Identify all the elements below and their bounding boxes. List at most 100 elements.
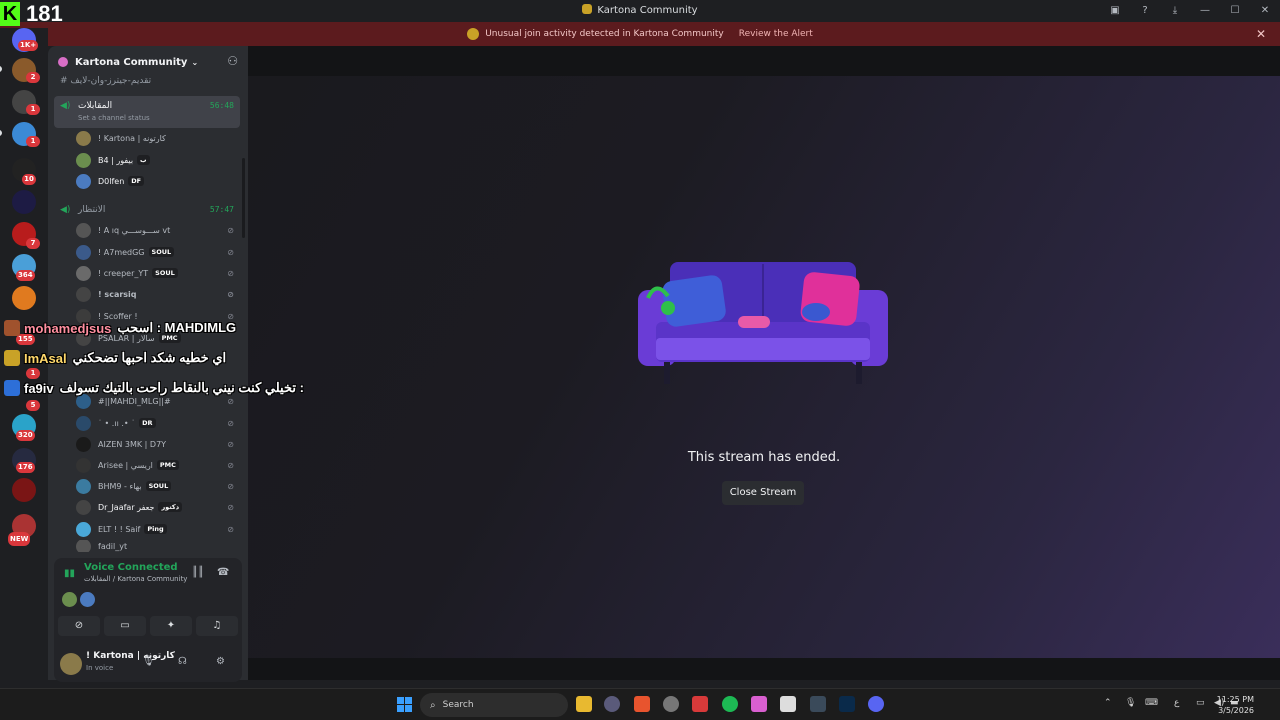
avatar xyxy=(76,457,91,473)
server-badge: 1 xyxy=(26,104,40,115)
chat-avatar-icon xyxy=(4,380,20,396)
app-icon[interactable] xyxy=(751,696,767,712)
settings-gear-icon[interactable]: ⚙ xyxy=(216,656,225,667)
kick-logo-icon: K xyxy=(0,2,20,26)
chat-username: fa9iv xyxy=(24,380,54,396)
discord-icon[interactable] xyxy=(868,696,884,712)
app-icon[interactable] xyxy=(692,696,708,712)
speaker-icon: ◀) xyxy=(60,101,71,111)
microphone-icon[interactable]: 🎙 xyxy=(142,656,155,667)
voice-member[interactable]: D0lfen DF xyxy=(76,171,238,191)
download-icon[interactable]: ⤓ xyxy=(1160,0,1190,22)
review-alert-link[interactable]: Review the Alert xyxy=(739,29,813,39)
avatar xyxy=(76,130,91,146)
member-tag: PMC xyxy=(156,460,179,470)
server-icon[interactable] xyxy=(12,478,36,502)
avatar xyxy=(76,415,91,431)
voice-member[interactable]: Dr_Jaafar جعفر دكتور ⊘ xyxy=(76,497,238,517)
obs-icon[interactable] xyxy=(604,696,620,712)
voice-channel-interviews[interactable]: ◀) المقابلات 56:48 Set a channel status xyxy=(54,96,240,128)
voice-member[interactable]: AIZEN 3MK | D7Y ⊘ xyxy=(76,434,238,454)
kick-viewer-counter: K 181 xyxy=(0,0,63,28)
voice-member[interactable]: ˙ • .ıı .• ˙ DR ⊘ xyxy=(76,413,238,433)
avatar xyxy=(76,499,91,515)
couch-illustration xyxy=(638,262,888,384)
invite-people-icon[interactable]: ⚇ xyxy=(227,54,238,68)
search-icon: ⌕ xyxy=(430,699,436,711)
help-icon[interactable]: ? xyxy=(1130,0,1160,22)
taskbar-search[interactable]: ⌕ Search xyxy=(420,693,568,717)
show-hidden-icons[interactable]: ⌃ xyxy=(1104,698,1112,708)
user-name: ! Kartona | كارتونه xyxy=(86,651,175,661)
avatar xyxy=(80,592,95,607)
app-icon[interactable] xyxy=(663,696,679,712)
spotify-icon[interactable] xyxy=(722,696,738,712)
network-icon[interactable]: ▭ xyxy=(1196,698,1205,708)
unread-pill xyxy=(0,130,2,136)
voice-member[interactable]: ELT ! ! Saif Ping ⊘ xyxy=(76,519,238,539)
system-clock[interactable]: 11:25 PM 3/5/2026 xyxy=(1217,694,1254,716)
microphone-tray-icon[interactable]: 🎙 xyxy=(1125,698,1136,708)
voice-member[interactable]: B4 | بيفور ب xyxy=(76,150,238,170)
title-bar: Kartona Community ▣ ? ⤓ — ☐ ✕ xyxy=(0,0,1280,22)
voice-member[interactable]: ! creeper_YT SOUL ⊘ xyxy=(76,263,238,283)
server-icon[interactable] xyxy=(12,190,36,214)
voice-channel-link[interactable]: المقابلات / Kartona Community xyxy=(84,575,187,583)
calculator-icon[interactable] xyxy=(810,696,826,712)
chat-username: ImAsal xyxy=(24,350,67,366)
camera-off-icon[interactable]: ⊘ xyxy=(58,616,100,636)
member-tag: DR xyxy=(139,418,156,428)
keyboard-icon[interactable]: ⌨ xyxy=(1145,698,1158,708)
photoshop-icon[interactable] xyxy=(839,696,855,712)
stream-background: This stream has ended. Close Stream xyxy=(248,76,1280,658)
capcut-icon[interactable] xyxy=(780,696,796,712)
server-badge: 2 xyxy=(26,72,40,83)
close-stream-button[interactable]: Close Stream xyxy=(722,481,804,505)
scrollbar[interactable] xyxy=(242,158,245,238)
file-explorer-icon[interactable] xyxy=(576,696,592,712)
screen-share-icon[interactable]: ▭ xyxy=(104,616,146,636)
minimize-button[interactable]: — xyxy=(1190,0,1220,22)
disconnect-icon[interactable]: ☎ xyxy=(217,567,229,578)
stream-stage: This stream has ended. Close Stream xyxy=(248,46,1280,680)
voice-member[interactable]: fadil_yt xyxy=(76,540,238,552)
member-tag: SOUL xyxy=(145,481,172,491)
voice-member[interactable]: ! A7medGG SOUL ⊘ xyxy=(76,242,238,262)
server-badge: 1K+ xyxy=(18,40,39,51)
chevron-down-icon: ⌄ xyxy=(191,57,199,67)
member-tag: SOUL xyxy=(148,247,175,257)
chat-text: اي خطيه شكد احبها تضحكني xyxy=(72,350,227,365)
user-status: In voice xyxy=(86,664,114,672)
viewer-count: 181 xyxy=(26,1,63,26)
chat-username: mohamedjsus xyxy=(24,320,112,336)
voice-member[interactable]: ! scarsiq ⊘ xyxy=(76,284,238,304)
server-name: Kartona Community xyxy=(75,56,188,68)
inbox-icon[interactable]: ▣ xyxy=(1100,0,1130,22)
voice-member[interactable]: ! A ıq ســـوســـي vt ⊘ xyxy=(76,220,238,240)
text-channel[interactable]: # تقديم-جيترز-وان-لايف xyxy=(60,76,151,86)
server-icon[interactable] xyxy=(12,286,36,310)
close-banner-icon[interactable]: ✕ xyxy=(1256,27,1266,41)
stream-ended-message: This stream has ended. xyxy=(687,450,841,465)
headphones-icon[interactable]: ☊ xyxy=(178,656,187,667)
windows-start-icon[interactable] xyxy=(397,697,412,712)
soundboard-icon[interactable]: ♫ xyxy=(196,616,238,636)
server-header[interactable]: Kartona Community ⌄ xyxy=(48,50,248,74)
voice-member[interactable]: ! Kartona | كارتونه xyxy=(76,128,238,148)
voice-status[interactable]: Voice Connected xyxy=(84,562,178,573)
voice-member[interactable]: BHM9 - بهاء SOUL ⊘ xyxy=(76,476,238,496)
noise-suppression-icon[interactable]: ║║ xyxy=(192,567,204,578)
server-badge: 1 xyxy=(26,136,40,147)
channel-status[interactable]: Set a channel status xyxy=(78,114,150,122)
input-language[interactable]: ع xyxy=(1174,698,1179,708)
deafened-icon: ⊘ xyxy=(227,225,234,235)
maximize-button[interactable]: ☐ xyxy=(1220,0,1250,22)
brave-icon[interactable] xyxy=(634,696,650,712)
avatar xyxy=(76,265,91,281)
voice-member[interactable]: Arisee | اريسي PMC ⊘ xyxy=(76,455,238,475)
close-button[interactable]: ✕ xyxy=(1250,0,1280,22)
user-avatar[interactable] xyxy=(60,653,82,675)
activities-icon[interactable]: ✦ xyxy=(150,616,192,636)
avatar xyxy=(76,244,91,260)
deafened-icon: ⊘ xyxy=(227,502,234,512)
